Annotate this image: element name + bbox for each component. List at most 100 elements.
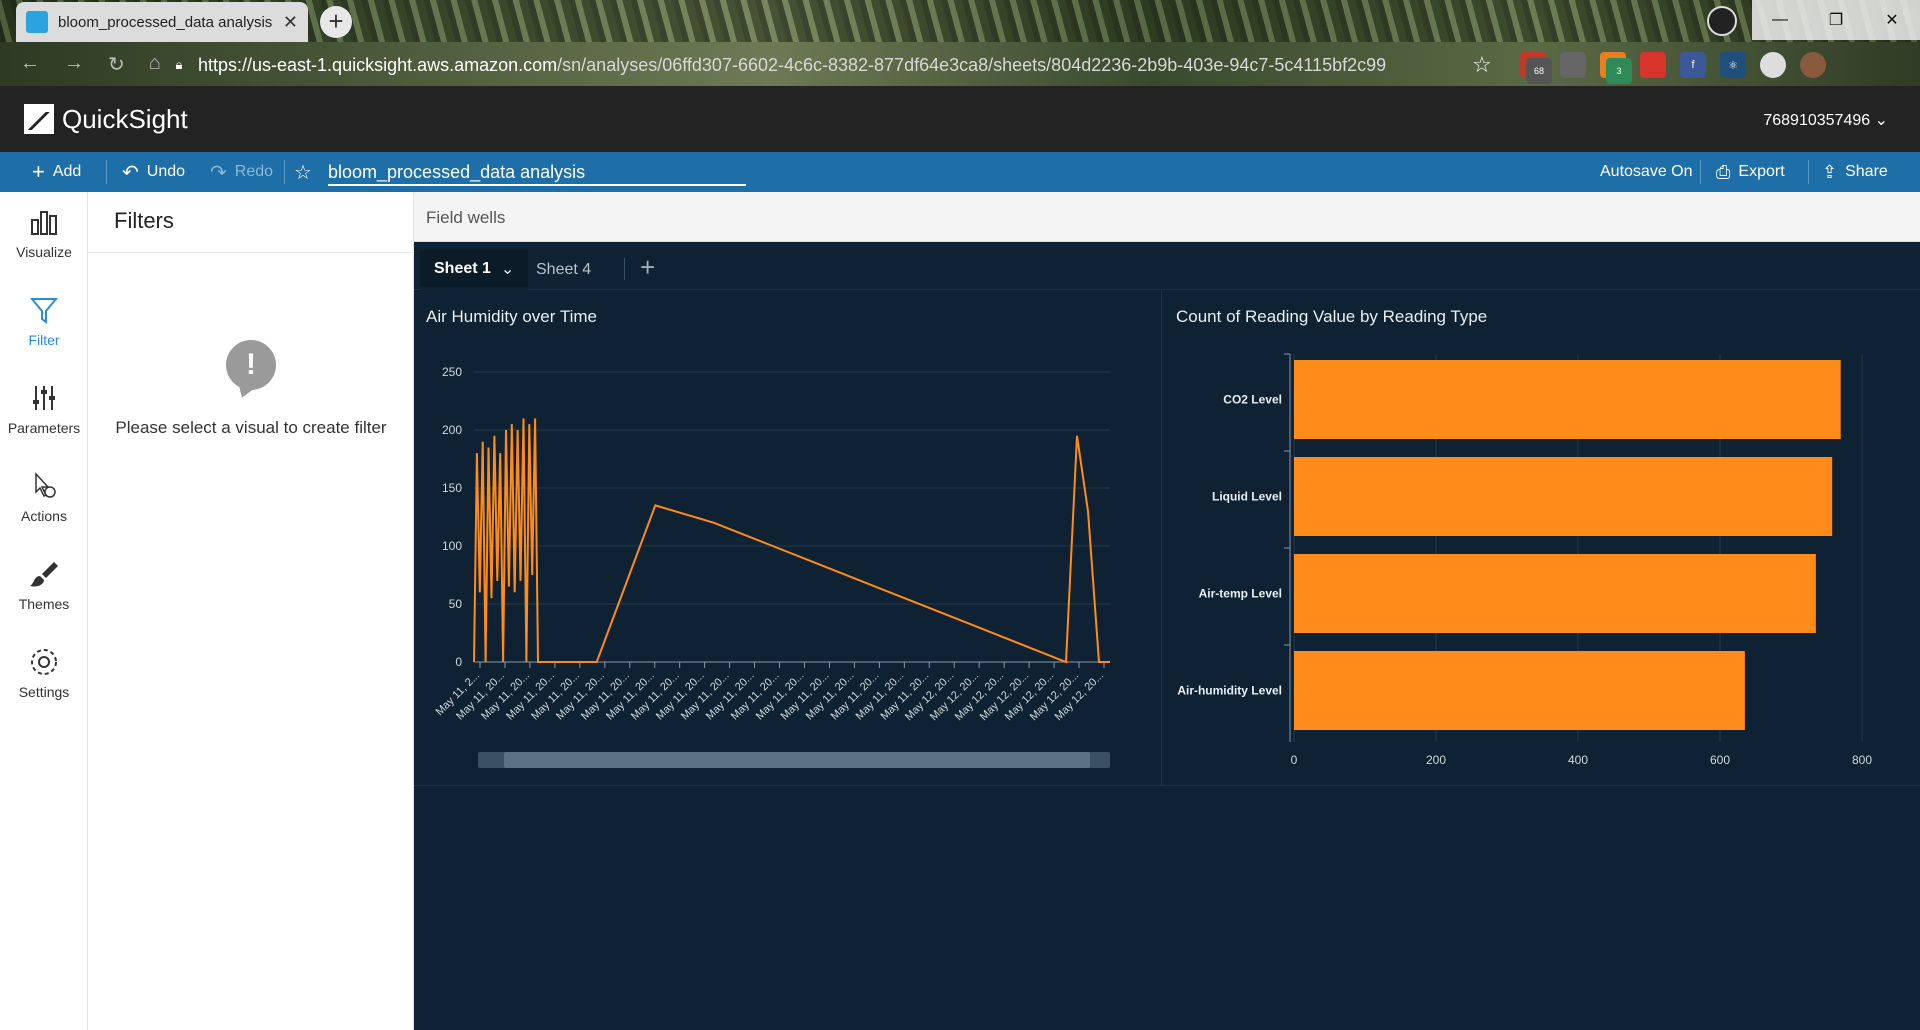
analysis-name-input[interactable]: bloom_processed_data analysis [328,158,746,186]
filters-empty-message: Please select a visual to create filter [115,418,387,437]
line-series[interactable] [473,418,1110,664]
extension-pdf-icon[interactable] [1640,52,1666,78]
extension-facebook-icon[interactable]: f [1680,52,1706,78]
bar[interactable] [1294,554,1816,633]
bar[interactable] [1294,360,1841,439]
extension-ublock-icon[interactable]: 68 [1520,52,1552,84]
profile-avatar[interactable] [1800,52,1826,78]
share-button[interactable]: ⇪ Share [1822,160,1888,184]
rail-label: Filter [28,332,60,348]
category-label: Air-humidity Level [1177,684,1282,698]
x-tick-label: 200 [1426,753,1446,767]
paintbrush-icon [30,562,58,587]
browser-nav: ← → ↻ ⌂ [20,52,161,77]
extension-html-icon[interactable]: 3 [1600,52,1632,84]
bar-chart-x-ticks: 0 200 400 600 800 [1291,753,1873,767]
y-tick-label: 100 [442,539,462,553]
url-path: /sn/analyses/06ffd307-6602-4c6c-8382-877… [557,54,1387,75]
export-button[interactable]: ⎙ Export [1716,160,1785,184]
bar[interactable] [1294,457,1833,536]
back-icon[interactable]: ← [20,52,40,77]
line-chart: Air Humidity over Time 0 50 100 150 200 250 M… [426,307,1110,768]
printer-icon: ⎙ [1716,161,1731,182]
url-text[interactable]: https://us-east-1.quicksight.aws.amazon.… [198,55,1386,76]
gear-icon [31,649,57,675]
lock-icon: 🔒︎ [175,57,183,72]
url-host: https://us-east-1.quicksight.aws.amazon.… [198,54,558,75]
restore-icon[interactable]: ❐ [1808,0,1864,40]
rail-item-actions[interactable]: Actions [0,470,88,524]
line-chart-y-ticks: 0 50 100 150 200 250 [442,365,462,669]
address-bar[interactable]: 🔒︎ https://us-east-1.quicksight.aws.amaz… [172,49,1482,81]
minimize-icon[interactable]: — [1752,0,1808,40]
browser-menu-icon[interactable] [1707,6,1737,36]
rail-label: Parameters [7,420,81,436]
add-button[interactable]: + Add [32,159,81,184]
forward-icon[interactable]: → [64,52,84,77]
x-tick-label: 400 [1568,753,1588,767]
extension-totoro-icon[interactable] [1760,52,1786,78]
close-tab-icon[interactable]: ✕ [283,12,298,33]
redo-button[interactable]: ↷ Redo [210,160,273,184]
share-label: Share [1845,163,1888,180]
quicksight-logo-icon [24,104,54,134]
autosave-label: Autosave On [1600,163,1693,180]
new-tab-button[interactable]: + [320,6,352,38]
sheet-tab-label: Sheet 1 [434,259,491,277]
account-menu[interactable]: 768910357496 ⌄ [1763,110,1888,130]
undo-label: Undo [146,163,186,180]
rail-item-settings[interactable]: Settings [0,646,88,700]
sheet-tab-divider [624,258,625,280]
filters-divider [88,252,414,253]
rail-label: Settings [18,684,70,700]
home-icon[interactable]: ⌂ [149,52,161,77]
bar[interactable] [1294,651,1745,730]
undo-button[interactable]: ↶ Undo [122,160,185,184]
scroll-thumb[interactable] [504,752,1090,768]
rail-item-parameters[interactable]: Parameters [0,382,88,436]
visual-air-humidity[interactable]: Air Humidity over Time 0 50 100 150 200 250 M… [414,290,1162,786]
rail-item-filter[interactable]: Filter [0,294,88,348]
redo-icon: ↷ [210,161,227,184]
visual-reading-count[interactable]: Count of Reading Value by Reading Type C… [1162,290,1920,786]
y-tick-label: 150 [442,481,462,495]
app-header [0,86,1920,152]
tab-sheet-4[interactable]: Sheet 4 [536,250,591,290]
toolbar-divider [1700,160,1701,184]
chart-title: Count of Reading Value by Reading Type [1176,307,1487,326]
alert-icon: ! [226,340,276,390]
export-label: Export [1738,163,1785,180]
browser-tab[interactable]: bloom_processed_data analysis ✕ [16,2,308,42]
chevron-down-icon[interactable]: ⌄ [501,259,514,279]
sliders-icon [33,386,55,410]
x-tick-label: 600 [1710,753,1730,767]
line-chart-grid [474,371,1110,663]
redo-label: Redo [234,163,274,180]
tab-sheet-1[interactable]: Sheet 1 ⌄ [420,250,529,290]
extension-badge: 3 [1606,58,1632,84]
rail-label: Visualize [16,244,72,260]
y-tick-label: 50 [449,597,463,611]
category-label: Liquid Level [1212,490,1282,504]
plus-icon: + [32,159,45,184]
filters-panel [88,192,414,1030]
rail-item-themes[interactable]: Themes [0,558,88,612]
field-wells-label: Field wells [426,208,506,227]
bar-chart: Count of Reading Value by Reading Type C… [1176,307,1873,767]
rail-item-visualize[interactable]: Visualize [0,206,88,260]
extension-react-icon[interactable]: ⚛ [1720,52,1746,78]
line-chart-x-ticks: May 11, 2...May 11, 20...May 11, 20...Ma… [434,662,1106,723]
favorite-star-icon[interactable]: ☆ [294,160,312,184]
funnel-icon [29,298,59,324]
field-wells-bar[interactable] [414,192,1920,242]
x-tick-label: 0 [1291,753,1298,767]
y-tick-label: 200 [442,423,462,437]
extension-css-icon[interactable] [1560,52,1586,78]
bookmark-star-icon[interactable]: ☆ [1472,52,1492,78]
close-window-icon[interactable]: ✕ [1864,0,1920,40]
add-sheet-button[interactable]: + [640,254,655,280]
y-tick-label: 250 [442,365,462,379]
reload-icon[interactable]: ↻ [108,52,125,77]
autosave-toggle[interactable]: Autosave On [1600,160,1693,184]
browser-tab-title: bloom_processed_data analysis [58,13,273,31]
